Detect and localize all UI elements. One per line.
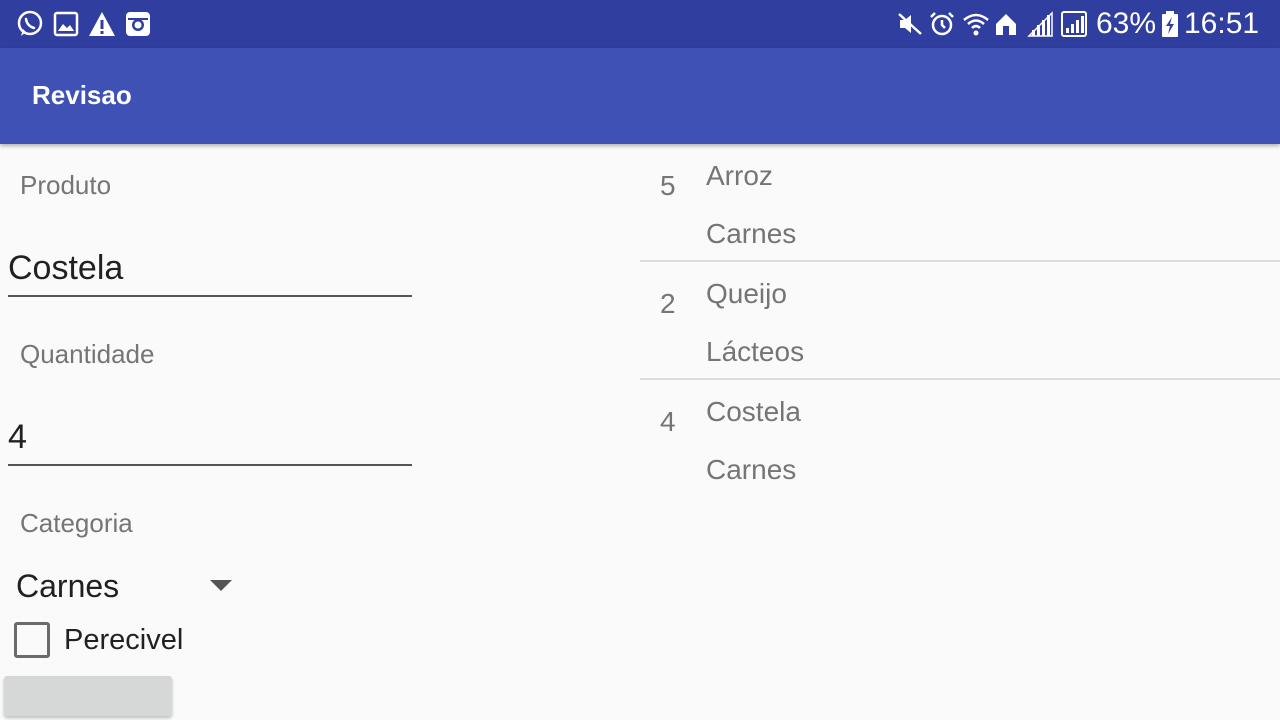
product-list: 5 Arroz Carnes 2 Queijo Lácteos 4 Costel… — [640, 144, 1280, 498]
item-quantity: 5 — [660, 170, 676, 201]
home-network-icon — [992, 10, 1020, 38]
categoria-label: Categoria — [20, 508, 133, 538]
list-item[interactable]: 4 Costela Carnes — [640, 380, 1280, 498]
signal-icon — [1060, 10, 1088, 38]
categoria-spinner[interactable]: Carnes — [16, 564, 236, 608]
quantidade-field[interactable]: 4 — [8, 417, 412, 466]
dropdown-arrow-icon — [210, 580, 232, 591]
list-item[interactable]: 2 Queijo Lácteos — [640, 262, 1280, 380]
item-category: Carnes — [706, 454, 797, 485]
app-bar: Revisao — [0, 48, 1280, 144]
item-quantity: 2 — [660, 288, 676, 319]
gallery-icon — [52, 10, 80, 38]
quantidade-value: 4 — [8, 418, 27, 456]
status-bar: 63% 16:51 — [0, 0, 1280, 48]
clock: 16:51 — [1184, 7, 1260, 40]
wifi-icon — [962, 10, 990, 38]
app-title: Revisao — [32, 80, 132, 110]
battery-charging-icon — [1156, 10, 1184, 38]
item-quantity: 4 — [660, 406, 676, 437]
quantidade-label: Quantidade — [20, 339, 155, 369]
whatsapp-icon — [16, 10, 44, 38]
mute-icon — [896, 10, 924, 38]
produto-label: Produto — [20, 170, 112, 200]
item-category: Carnes — [706, 218, 797, 249]
item-category: Lácteos — [706, 336, 805, 367]
item-name: Costela — [706, 396, 801, 427]
list-item[interactable]: 5 Arroz Carnes — [640, 144, 1280, 262]
instagram-icon — [124, 10, 152, 38]
produto-field[interactable]: Costela — [8, 248, 412, 297]
warning-icon — [88, 10, 116, 38]
submit-button[interactable] — [4, 676, 172, 716]
categoria-value: Carnes — [16, 568, 120, 604]
item-name: Queijo — [706, 278, 787, 309]
alarm-icon — [928, 10, 956, 38]
signal-icon — [1026, 10, 1054, 38]
perecivel-checkbox[interactable] — [14, 622, 50, 658]
produto-value: Costela — [8, 249, 124, 287]
perecivel-label: Perecivel — [64, 624, 184, 656]
battery-percent: 63% — [1096, 7, 1157, 40]
item-name: Arroz — [706, 160, 773, 191]
